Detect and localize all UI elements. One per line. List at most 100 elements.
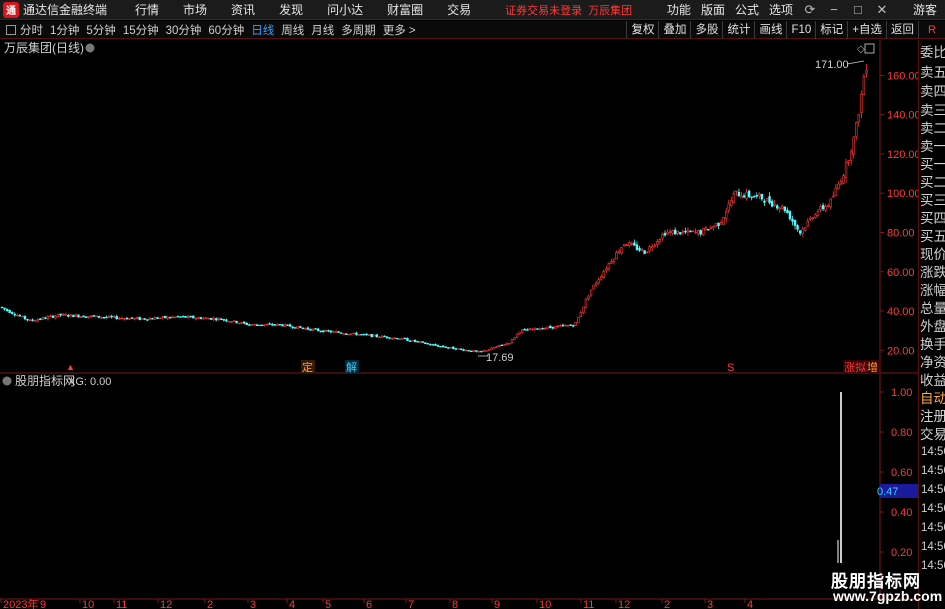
candle-body bbox=[408, 340, 412, 342]
marker-lock[interactable]: 定 bbox=[302, 360, 313, 374]
candle-body bbox=[755, 195, 759, 197]
x-tick-label: 10 bbox=[539, 599, 551, 609]
chart-area[interactable]: 万辰集团(日线) ◇ 160.00 140.00 120.00 100.00 80.00… bbox=[0, 40, 918, 609]
period-toolbar: 分时 1分钟 5分钟 15分钟 30分钟 60分钟 日线 周线 月线 多周期 更… bbox=[0, 21, 945, 39]
menu-item-options[interactable]: 选项 bbox=[769, 1, 793, 18]
adjust-button[interactable]: 复权 bbox=[626, 21, 658, 39]
candle-body bbox=[602, 271, 606, 278]
candle-body bbox=[482, 350, 486, 352]
diamond-icon[interactable]: ◇ bbox=[857, 44, 865, 55]
period-1min[interactable]: 1分钟 bbox=[50, 22, 79, 38]
statistics-button[interactable]: 统计 bbox=[722, 21, 754, 39]
marker-limit[interactable]: 涨拟 bbox=[844, 360, 866, 374]
candle-body bbox=[686, 229, 690, 233]
menu-item-assistant[interactable]: 问小达 bbox=[327, 1, 363, 18]
menu-item-markets[interactable]: 市场 bbox=[183, 1, 207, 18]
marker-s[interactable]: S bbox=[727, 362, 734, 374]
window-toggle-icon[interactable] bbox=[864, 43, 875, 54]
period-5min[interactable]: 5分钟 bbox=[86, 22, 115, 38]
refresh-icon[interactable]: ⟳ bbox=[803, 2, 817, 18]
layout-icon[interactable] bbox=[6, 24, 16, 35]
menu-item-functions[interactable]: 功能 bbox=[667, 1, 691, 18]
candle-body bbox=[806, 220, 810, 227]
period-30min[interactable]: 30分钟 bbox=[166, 22, 202, 38]
candle-body bbox=[181, 315, 185, 318]
menu-item-trade[interactable]: 交易 bbox=[447, 1, 471, 18]
menu-item-discover[interactable]: 发现 bbox=[279, 1, 303, 18]
candle-body bbox=[388, 337, 391, 339]
event-marker-icon[interactable]: ▲ bbox=[66, 362, 75, 372]
candle-body bbox=[306, 327, 310, 330]
indicator-options-icon[interactable] bbox=[2, 376, 12, 386]
y-tick-label: 80.00 bbox=[887, 227, 915, 239]
label-trade[interactable]: 交易 bbox=[920, 426, 945, 444]
candle-body bbox=[51, 315, 55, 318]
candle-body bbox=[16, 314, 19, 317]
chart-options-icon[interactable] bbox=[85, 43, 95, 53]
menu-item-market[interactable]: 行情 bbox=[135, 1, 159, 18]
overlay-button[interactable]: 叠加 bbox=[658, 21, 690, 39]
candle-body bbox=[556, 325, 560, 328]
x-tick-label: 11 bbox=[116, 599, 127, 609]
candle-body bbox=[128, 317, 131, 320]
mark-button[interactable]: 标记 bbox=[815, 21, 847, 39]
period-15min[interactable]: 15分钟 bbox=[123, 22, 159, 38]
candle-body bbox=[296, 326, 299, 329]
label-auto[interactable]: 自动 bbox=[920, 390, 945, 408]
x-tick-label: 5 bbox=[325, 599, 331, 609]
candle-body bbox=[689, 230, 692, 233]
candle-body bbox=[204, 317, 208, 319]
candle-body bbox=[327, 330, 330, 332]
candle-body bbox=[263, 324, 266, 326]
menu-item-wealth[interactable]: 财富圈 bbox=[387, 1, 423, 18]
marker-unlock[interactable]: 解 bbox=[346, 360, 357, 374]
add-watchlist-button[interactable]: +自选 bbox=[847, 21, 886, 39]
candle-body bbox=[658, 239, 662, 242]
candle-body bbox=[860, 93, 863, 113]
login-status[interactable]: 证券交易未登录 bbox=[505, 2, 582, 18]
candle-body bbox=[791, 218, 794, 222]
candle-body bbox=[74, 314, 78, 318]
candle-body bbox=[528, 328, 532, 331]
label-register[interactable]: 注册 bbox=[920, 408, 945, 426]
candle-body bbox=[151, 318, 154, 320]
candle-body bbox=[217, 317, 220, 320]
y-tick-label: 140.00 bbox=[887, 110, 918, 122]
period-more[interactable]: 更多 > bbox=[383, 22, 416, 38]
period-weekly[interactable]: 周线 bbox=[281, 22, 304, 38]
menu-item-layout[interactable]: 版面 bbox=[701, 1, 725, 18]
minimize-icon[interactable]: − bbox=[827, 2, 841, 17]
period-60min[interactable]: 60分钟 bbox=[208, 22, 244, 38]
f10-button[interactable]: F10 bbox=[786, 21, 815, 39]
candle-body bbox=[554, 326, 557, 329]
period-daily[interactable]: 日线 bbox=[251, 22, 274, 38]
period-tick[interactable]: 分时 bbox=[20, 22, 43, 38]
back-button[interactable]: 返回 bbox=[886, 21, 918, 39]
candle-body bbox=[745, 191, 748, 199]
indicator-value: XG: 0.00 bbox=[68, 376, 111, 388]
maximize-icon[interactable]: □ bbox=[851, 2, 865, 17]
candle-body bbox=[413, 339, 417, 342]
candle-body bbox=[365, 333, 368, 336]
candle-body bbox=[579, 312, 583, 317]
multi-stock-button[interactable]: 多股 bbox=[690, 21, 722, 39]
candle-body bbox=[773, 203, 776, 206]
candle-body bbox=[352, 332, 356, 335]
candle-body bbox=[28, 319, 32, 322]
candle-body bbox=[842, 175, 845, 184]
guest-user[interactable]: 游客 bbox=[913, 1, 937, 18]
period-multi[interactable]: 多周期 bbox=[341, 22, 376, 38]
marker-add[interactable]: 增 bbox=[867, 360, 878, 374]
label-volume: 总量 bbox=[920, 301, 945, 316]
draw-line-button[interactable]: 画线 bbox=[754, 21, 786, 39]
candle-body bbox=[503, 344, 506, 346]
menu-item-news[interactable]: 资讯 bbox=[231, 1, 255, 18]
main-chart-title: 万辰集团(日线) bbox=[4, 40, 84, 55]
period-monthly[interactable]: 月线 bbox=[311, 22, 334, 38]
side-panel-toggle[interactable]: R bbox=[918, 21, 945, 39]
candle-body bbox=[179, 316, 182, 318]
candle-body bbox=[258, 324, 261, 327]
menu-item-formula[interactable]: 公式 bbox=[735, 1, 759, 18]
candle-body bbox=[855, 122, 858, 137]
close-icon[interactable]: ✕ bbox=[875, 2, 889, 18]
